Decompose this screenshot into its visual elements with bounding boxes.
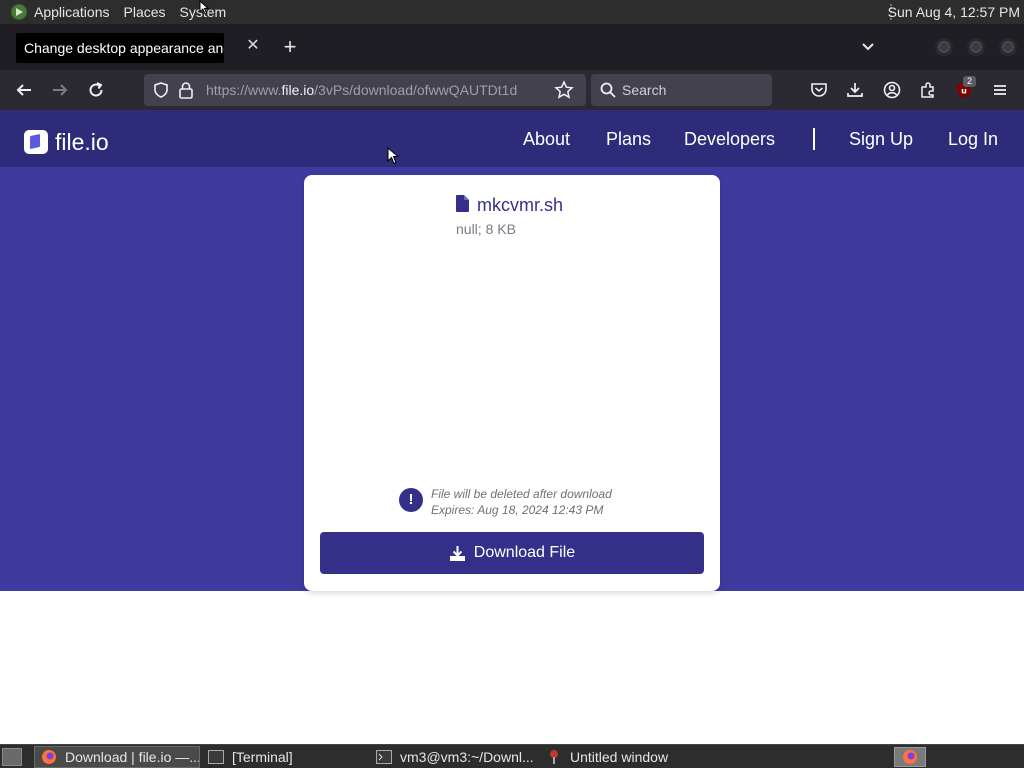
taskbar: Download | file.io —... [Terminal] vm3@v…	[0, 744, 1024, 768]
search-icon	[599, 81, 617, 104]
taskbar-item-label: [Terminal]	[232, 749, 293, 765]
nav-divider	[813, 128, 815, 150]
applications-menu[interactable]: Applications	[34, 4, 110, 20]
tracking-shield-icon[interactable]	[152, 81, 170, 104]
terminal-icon	[208, 749, 224, 765]
ublock-badge: 2	[963, 76, 976, 87]
download-button-label: Download File	[473, 544, 576, 561]
mouse-cursor-icon	[199, 0, 209, 15]
reload-icon[interactable]	[84, 78, 108, 102]
terminal-icon	[376, 749, 392, 765]
close-window-button[interactable]	[999, 38, 1017, 56]
taskbar-item-label: vm3@vm3:~/Downl...	[400, 749, 534, 765]
account-icon[interactable]	[881, 79, 903, 101]
site-logo[interactable]: file.io	[24, 128, 109, 156]
brand-name: file.io	[55, 128, 109, 155]
url-text[interactable]: https://www.file.io/3vPs/download/ofwwQA…	[206, 82, 517, 98]
file-meta: null; 8 KB	[456, 221, 516, 237]
url-bar[interactable]: https://www.file.io/3vPs/download/ofwwQA…	[144, 74, 586, 106]
taskbar-item-terminal-vm3[interactable]: vm3@vm3:~/Downl...	[370, 746, 538, 768]
firefox-icon	[41, 749, 57, 765]
tab-list-chevron-icon[interactable]	[858, 37, 878, 57]
nav-about-link[interactable]: About	[523, 129, 570, 150]
downloads-icon[interactable]	[844, 79, 866, 101]
back-icon[interactable]	[12, 78, 36, 102]
distro-logo-icon[interactable]	[9, 2, 29, 22]
download-icon	[449, 545, 465, 561]
taskbar-item-terminal[interactable]: [Terminal]	[202, 746, 370, 768]
mouse-cursor-icon	[387, 147, 399, 165]
deletion-notice-text: File will be deleted after download	[431, 487, 612, 501]
forward-icon[interactable]	[48, 78, 72, 102]
nav-developers-link[interactable]: Developers	[684, 129, 775, 150]
file-card	[304, 175, 720, 591]
taskbar-item-label: Untitled window	[570, 749, 669, 765]
tab-close-icon[interactable]: ✕	[243, 36, 263, 56]
tooltip: Change desktop appearance and	[16, 33, 224, 63]
expiry-date-text: Expires: Aug 18, 2024 12:43 PM	[431, 503, 604, 517]
clock[interactable]: Sun Aug 4, 12:57 PM	[888, 4, 1020, 20]
download-file-button[interactable]: Download File	[320, 532, 704, 574]
exclamation-info-icon: !	[399, 488, 423, 512]
window-icon	[546, 749, 562, 765]
file-icon	[456, 195, 469, 212]
svg-text:u: u	[961, 87, 967, 96]
search-placeholder: Search	[622, 82, 667, 98]
taskbar-item-label: Download | file.io —...	[65, 749, 200, 765]
hamburger-menu-icon[interactable]	[989, 79, 1011, 101]
sign-up-link[interactable]: Sign Up	[849, 129, 913, 150]
tray-firefox-icon[interactable]	[894, 747, 926, 767]
minimize-button[interactable]	[935, 38, 953, 56]
bookmark-star-icon[interactable]	[554, 80, 574, 105]
extensions-icon[interactable]	[917, 79, 939, 101]
maximize-button[interactable]	[967, 38, 985, 56]
pocket-icon[interactable]	[808, 79, 830, 101]
show-desktop-button[interactable]	[2, 748, 22, 766]
new-tab-button[interactable]: +	[279, 36, 301, 58]
nav-plans-link[interactable]: Plans	[606, 129, 651, 150]
lock-icon[interactable]	[178, 81, 194, 104]
log-in-link[interactable]: Log In	[948, 129, 998, 150]
file-name: mkcvmr.sh	[477, 195, 564, 215]
system-panel: Applications Places System Sun Aug 4, 12…	[0, 0, 1024, 24]
expiry-notice: File will be deleted after download Expi…	[431, 486, 612, 518]
taskbar-item-firefox[interactable]: Download | file.io —...	[34, 746, 200, 768]
fileio-logo-icon	[24, 130, 48, 154]
places-menu[interactable]: Places	[124, 4, 166, 20]
taskbar-item-untitled-window[interactable]: Untitled window	[540, 746, 708, 768]
search-bar[interactable]: Search	[591, 74, 772, 106]
